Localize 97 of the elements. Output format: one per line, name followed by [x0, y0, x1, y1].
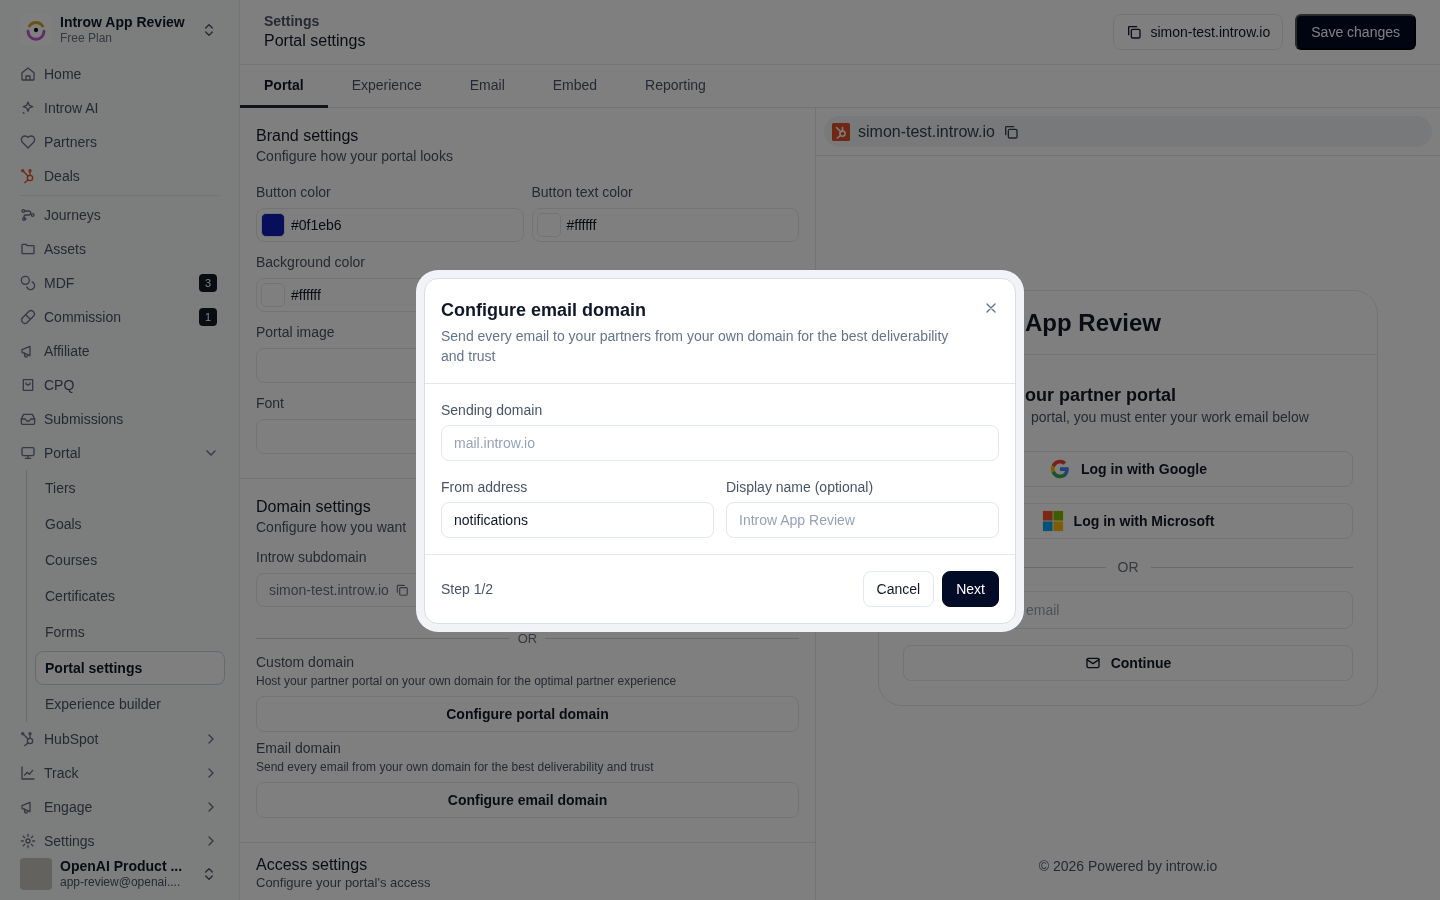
nav-item[interactable]: Certificates — [35, 579, 225, 613]
field-label: From address — [441, 478, 529, 497]
preview-url: simon-test.introw.io — [858, 122, 995, 141]
tab[interactable]: Portal — [240, 65, 328, 108]
avatar — [20, 858, 52, 890]
nav-item[interactable]: Commission 1 — [20, 300, 225, 334]
nav-item[interactable]: Experience builder — [35, 687, 225, 721]
sparkle-icon — [20, 100, 36, 116]
tab[interactable]: Email — [445, 65, 529, 108]
nav-item[interactable]: Affiliate — [20, 334, 225, 368]
nav-item[interactable]: Engage — [20, 790, 225, 824]
nav-item[interactable]: Settings — [20, 824, 225, 858]
copy-icon — [394, 583, 409, 597]
bag-icon — [20, 377, 36, 393]
chart-icon — [20, 765, 36, 781]
tab[interactable]: Embed — [528, 65, 622, 108]
pill-icon — [20, 309, 36, 325]
nav-item[interactable]: Home — [20, 57, 225, 91]
nav-item[interactable]: Track — [20, 756, 225, 790]
copy-icon — [1002, 123, 1019, 140]
sprocket-icon — [20, 731, 36, 747]
sprocket-icon — [20, 168, 36, 184]
field-label: Button text color — [531, 183, 633, 202]
google-logo-icon — [1049, 458, 1071, 480]
nav-item[interactable]: Forms — [35, 615, 225, 649]
option-title: Custom domain — [256, 653, 356, 672]
nav-item[interactable]: Assets — [20, 232, 225, 266]
field-label: Sending domain — [441, 401, 544, 420]
nav-item[interactable]: Deals — [20, 159, 225, 193]
plan-label: Free Plan — [60, 31, 114, 46]
field-label: Introw subdomain — [256, 548, 367, 567]
configure-button[interactable]: Configure portal domain — [256, 696, 799, 732]
field-label: Button color — [256, 183, 331, 202]
nav-item[interactable]: Portal settings — [35, 651, 225, 685]
user-name: OpenAI Product ... — [60, 858, 184, 875]
windows-logo-icon — [1041, 510, 1064, 532]
breadcrumb: Settings — [264, 12, 321, 30]
color-field[interactable]: #0f1eb6 — [256, 208, 524, 242]
separator-text: OR — [1117, 559, 1139, 575]
count-badge: 3 — [199, 274, 217, 292]
nav-item[interactable]: Partners — [20, 125, 225, 159]
card-heading: our partner portal — [1024, 384, 1177, 407]
heart-icon — [20, 134, 36, 150]
footer-text: © 2026 Powered by introw.io — [1037, 858, 1219, 876]
nav-item[interactable]: Submissions — [20, 402, 225, 436]
coins-icon — [20, 275, 36, 291]
option-description: Host your partner portal on your own domain for the optimal partner experience — [256, 673, 678, 690]
section-title: Domain settings — [256, 497, 371, 517]
section-subtitle: Configure your portal's access — [256, 875, 431, 891]
step-indicator: Step 1/2 — [441, 581, 494, 597]
monitor-icon — [20, 445, 36, 461]
nav-item[interactable]: Introw AI — [20, 91, 225, 125]
home-icon — [20, 66, 36, 82]
section-title: Brand settings — [256, 126, 359, 146]
section-title: Access settings — [256, 855, 368, 875]
nav-item[interactable]: CPQ — [20, 368, 225, 402]
route-icon — [20, 207, 36, 223]
nav-item[interactable]: Goals — [35, 507, 225, 541]
count-badge: 1 — [199, 308, 217, 326]
color-field[interactable]: #ffffff — [531, 208, 799, 242]
continue-button[interactable]: Continue — [903, 645, 1353, 681]
next-button[interactable]: Next — [942, 571, 999, 607]
separator-text: OR — [517, 631, 538, 646]
folder-icon — [20, 241, 36, 257]
domain-button[interactable]: simon-test.introw.io — [1113, 14, 1284, 50]
section-subtitle: Configure how you want — [256, 518, 407, 537]
text-field[interactable]: notifications — [441, 502, 714, 538]
copy-icon — [1126, 24, 1143, 40]
page-title: Portal settings — [264, 30, 366, 51]
option-title: Email domain — [256, 739, 342, 758]
field-label: Portal image — [256, 323, 335, 342]
option-description: Send every email from your own domain for the best deliverability and trust — [256, 759, 655, 776]
inbox-icon — [20, 411, 36, 427]
section-subtitle: Configure how your portal looks — [256, 147, 453, 166]
mail-icon — [1084, 655, 1101, 671]
tab[interactable]: Experience — [327, 65, 446, 108]
tab[interactable]: Reporting — [621, 65, 730, 108]
field-label: Font — [256, 394, 284, 413]
workspace-name: Introw App Review — [60, 14, 186, 31]
text-field[interactable]: mail.introw.io — [441, 425, 999, 461]
nav-item[interactable]: Courses — [35, 543, 225, 577]
color-swatch — [261, 213, 285, 237]
nav-item[interactable]: Tiers — [35, 471, 225, 505]
settings-icon — [20, 833, 36, 849]
field-label: Background color — [256, 253, 365, 272]
nav-item[interactable]: HubSpot — [20, 722, 225, 756]
nav-item[interactable]: Portal — [20, 436, 225, 470]
user-email: app-review@openai.... — [60, 875, 182, 890]
card-text: portal, you must enter your work email below — [1030, 408, 1310, 427]
sprocket-logo-icon — [832, 122, 850, 141]
nav-item[interactable]: Journeys — [20, 198, 225, 232]
field-label: Display name (optional) — [726, 478, 875, 497]
text-field[interactable]: Introw App Review — [726, 502, 999, 538]
configure-button[interactable]: Configure email domain — [256, 782, 799, 818]
cancel-button[interactable]: Cancel — [862, 571, 935, 607]
save-button[interactable]: Save changes — [1295, 14, 1416, 50]
nav-item[interactable]: MDF 3 — [20, 266, 225, 300]
